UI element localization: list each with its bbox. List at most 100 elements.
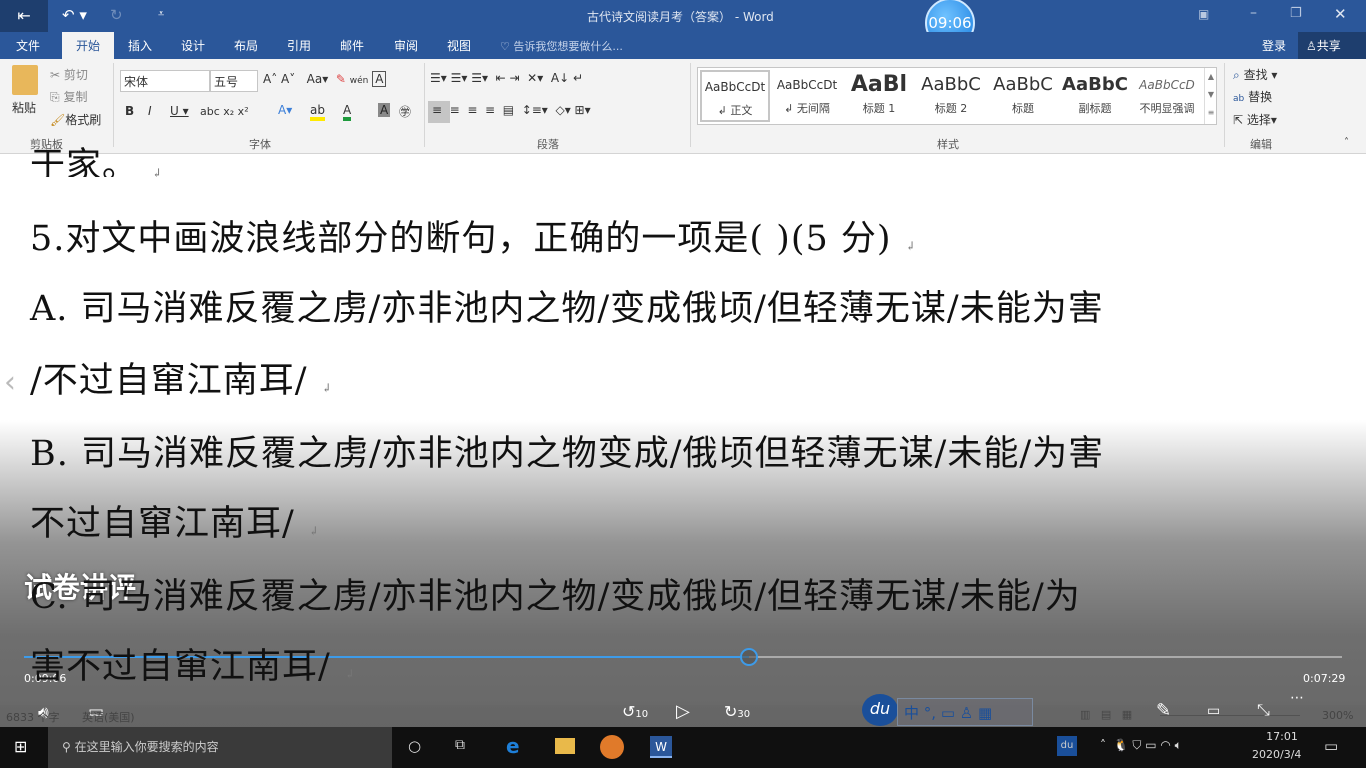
undo-icon[interactable]: ↶ ▾: [62, 6, 87, 24]
font-size-select[interactable]: 五号: [210, 70, 258, 92]
share-button[interactable]: ♙共享: [1298, 32, 1366, 59]
tab-mailings[interactable]: 邮件: [340, 37, 364, 54]
option-b-cont: 不过自窜江南耳/↲: [30, 504, 320, 544]
enclose-char-button[interactable]: ㊫: [399, 103, 411, 120]
replace-button[interactable]: ab 替换: [1233, 88, 1272, 105]
language[interactable]: 英语(美国): [82, 709, 135, 725]
cursor-icon: ⇱: [1233, 113, 1244, 127]
tab-review[interactable]: 审阅: [394, 37, 418, 54]
divider: [424, 63, 425, 147]
style-subtle-emphasis[interactable]: AaBbCcD 不明显强调: [1132, 70, 1202, 122]
task-view-icon[interactable]: ⧉: [455, 737, 465, 753]
ribbon-display-icon[interactable]: ▣: [1198, 7, 1209, 21]
total-time: 0:07:29: [1303, 672, 1346, 685]
tab-insert[interactable]: 插入: [128, 37, 152, 54]
styles-scroll[interactable]: ▲ ▼ ≡: [1204, 68, 1217, 124]
font-name-select[interactable]: 宋体: [120, 70, 210, 92]
collapse-ribbon-icon[interactable]: ˄: [1344, 137, 1349, 148]
replace-icon: ab: [1233, 94, 1245, 104]
style-normal[interactable]: AaBbCcDt ↲ 正文: [700, 70, 770, 122]
style-title[interactable]: AaBbC 标题: [988, 70, 1058, 122]
redo-icon[interactable]: ↻: [110, 6, 123, 24]
style-subtitle[interactable]: AaBbC 副标题: [1060, 70, 1130, 122]
paste-icon[interactable]: [12, 65, 38, 95]
exit-fullscreen-icon[interactable]: ⤡: [1257, 700, 1270, 720]
italic-button[interactable]: I: [148, 104, 152, 118]
forward-button[interactable]: ↻30: [724, 702, 750, 721]
font-color-button[interactable]: A: [343, 103, 352, 121]
word-count[interactable]: 6833 个字: [6, 709, 60, 725]
app-icon[interactable]: [600, 735, 624, 759]
zoom-level[interactable]: 300%: [1322, 709, 1353, 722]
play-icon[interactable]: ▷: [676, 701, 690, 722]
clock-time[interactable]: 17:01: [1262, 730, 1302, 743]
clock-date[interactable]: 2020/3/4: [1252, 748, 1301, 761]
back-icon[interactable]: ⇤: [0, 0, 48, 32]
divider: [113, 63, 114, 147]
window-title: 古代诗文阅读月考（答案） - Word: [587, 10, 774, 24]
taskbar: ⊞ ⚲ 在这里输入你要搜索的内容 ○ ⧉ e W du ˄ 🐧 ⛉ ▭ ◠ 🔈︎…: [0, 727, 1366, 768]
font-group-label: 字体: [249, 138, 271, 151]
windows-start-icon[interactable]: ⊞: [14, 737, 27, 756]
person-add-icon: ♙: [1306, 39, 1317, 53]
underline-button[interactable]: U ▾: [170, 104, 189, 118]
ime-toolbar[interactable]: 中 °, ▭ ♙ ▦: [897, 698, 1033, 726]
list-buttons[interactable]: ☰▾ ☰▾ ☰▾ ⇤ ⇥ ✕▾ A↓ ↵: [430, 71, 583, 85]
tell-me-search[interactable]: ♡ 告诉我您想要做什么...: [500, 38, 623, 54]
more-options-icon[interactable]: ⋯: [1290, 690, 1304, 706]
baidu-ime-tray-icon[interactable]: du: [1057, 736, 1077, 756]
previous-chevron-icon[interactable]: ‹: [4, 365, 16, 400]
notifications-icon[interactable]: ▭: [1324, 737, 1338, 755]
text-effects-button[interactable]: A▾: [278, 103, 292, 117]
format-painter-button[interactable]: 🖌格式刷: [50, 111, 101, 128]
title-bar: ⇤ ↶ ▾ ↻ ⩡ 古代诗文阅读月考（答案） - Word 09:06 ▣ – …: [0, 0, 1366, 48]
char-shading-button[interactable]: A: [378, 103, 391, 117]
tab-references[interactable]: 引用: [287, 37, 311, 54]
select-button[interactable]: ⇱ 选择▾: [1233, 111, 1277, 128]
cortana-icon[interactable]: ○: [408, 737, 421, 755]
option-a: A. 司马消难反覆之虏/亦非池内之物/变成俄顷/但轻薄无谋/未能为害: [30, 289, 1104, 329]
cut-button[interactable]: ✂ 剪切: [50, 66, 88, 83]
align-buttons[interactable]: ≡ ≡ ≡ ≡ ▤ ↕≡▾ ◇▾ ⊞▾: [432, 103, 591, 117]
ime-mode[interactable]: 中: [904, 704, 919, 722]
strikethrough-subscript-superscript[interactable]: abc x₂ x²: [200, 105, 249, 118]
divider: [1224, 63, 1225, 147]
rewind-button[interactable]: ↺10: [622, 702, 648, 721]
paste-button[interactable]: 粘贴: [12, 99, 36, 116]
miniplayer-icon[interactable]: ▭: [1207, 703, 1220, 719]
bold-button[interactable]: B: [125, 104, 134, 118]
ribbon: 粘贴 ✂ 剪切 ⎘ 复制 🖌格式刷 剪贴板 宋体 五号 A˄ A˅ Aa▾ ✎ …: [0, 59, 1366, 154]
pen-icon[interactable]: ✎: [1156, 700, 1171, 721]
grow-font-icon[interactable]: A˄ A˅ Aa▾ ✎ wén A: [263, 71, 387, 87]
ime-logo[interactable]: du: [862, 694, 898, 726]
option-c-cont: 害不过自窜江南耳/↲: [30, 647, 356, 687]
edge-icon[interactable]: e: [506, 734, 520, 758]
tab-design[interactable]: 设计: [181, 37, 205, 54]
paragraph-group-label: 段落: [537, 138, 559, 151]
tray-icons[interactable]: ˄ 🐧 ⛉ ▭ ◠ 🔈︎: [1100, 738, 1182, 753]
find-button[interactable]: ⌕ 查找 ▾: [1233, 66, 1277, 83]
word-taskbar-icon[interactable]: W: [650, 736, 672, 758]
tab-view[interactable]: 视图: [447, 37, 471, 54]
tab-home[interactable]: 开始: [62, 32, 115, 59]
sign-in-link[interactable]: 登录: [1262, 37, 1286, 54]
customize-qat-icon[interactable]: ⩡: [158, 7, 164, 21]
search-icon: ⚲: [62, 740, 75, 754]
taskbar-search[interactable]: ⚲ 在这里输入你要搜索的内容: [48, 727, 392, 768]
style-no-spacing[interactable]: AaBbCcDt ↲ 无间隔: [772, 70, 842, 122]
ribbon-tabs: 文件 开始 插入 设计 布局 引用 邮件 审阅 视图 ♡ 告诉我您想要做什么..…: [0, 32, 1366, 59]
restore-icon[interactable]: ❐: [1290, 6, 1302, 21]
file-explorer-icon[interactable]: [555, 738, 575, 754]
tab-layout[interactable]: 布局: [234, 37, 258, 54]
scissors-icon: ✂: [50, 68, 61, 82]
copy-button[interactable]: ⎘ 复制: [50, 88, 87, 105]
style-heading-2[interactable]: AaBbC 标题 2: [916, 70, 986, 122]
search-icon: ⌕: [1233, 68, 1240, 82]
close-icon[interactable]: ✕: [1334, 5, 1347, 23]
progress-handle[interactable]: [739, 648, 758, 666]
highlight-color-button[interactable]: ab: [310, 103, 325, 121]
doc-line: 于家。 ↲: [30, 146, 164, 177]
tab-file[interactable]: 文件: [16, 37, 40, 54]
style-heading-1[interactable]: AaBl 标题 1: [844, 70, 914, 122]
minimize-icon[interactable]: –: [1250, 5, 1257, 21]
